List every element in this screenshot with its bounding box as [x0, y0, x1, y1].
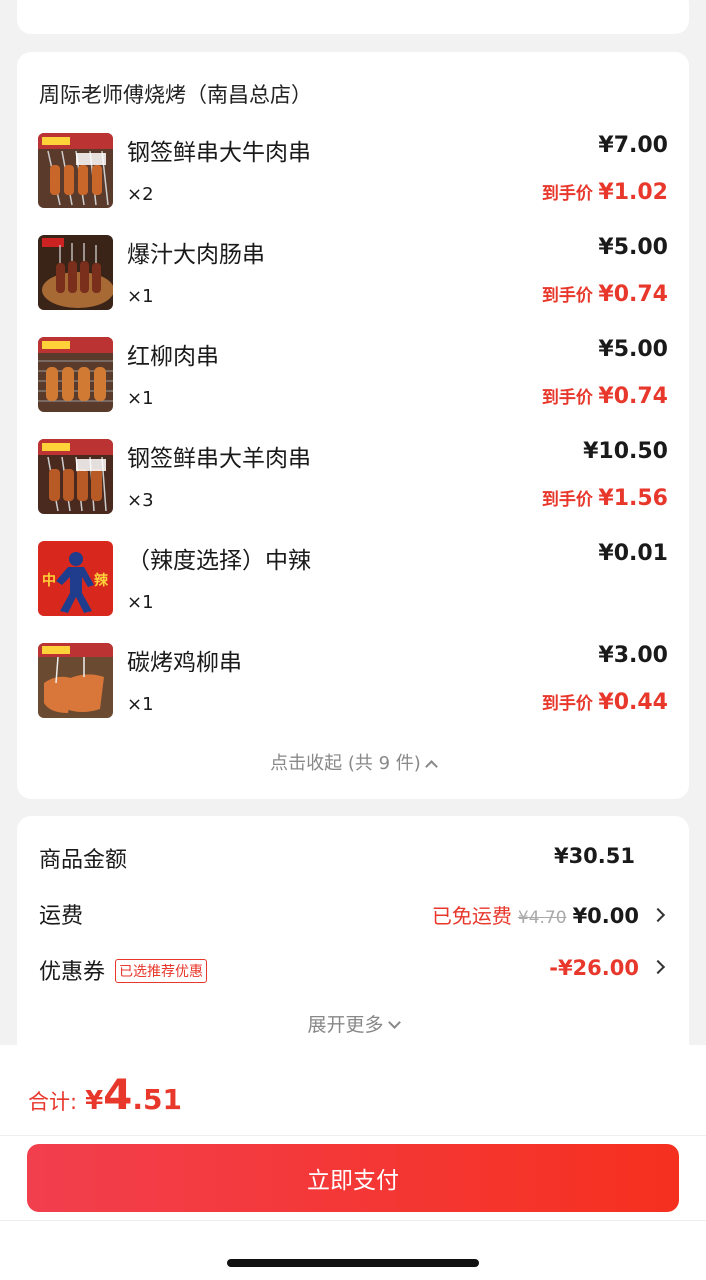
divider: [0, 1220, 706, 1221]
chevron-up-icon: [424, 759, 438, 773]
coupon-row[interactable]: -¥26.00: [549, 956, 666, 980]
item-quantity: ×3: [127, 490, 154, 511]
deal-label: 到手价: [541, 694, 593, 714]
order-item[interactable]: 钢签鲜串大牛肉串 ×2 ¥7.00 到手价 ¥1.02: [38, 133, 668, 209]
checkout-bar: 合计: ¥4.51 立即支付: [0, 1045, 706, 1280]
item-deal-price: 到手价 ¥0.74: [542, 383, 668, 409]
coupon-row-label: 优惠券 已选推荐优惠: [39, 954, 208, 986]
item-thumbnail: 中辣: [38, 541, 113, 616]
total-label: 合计:: [28, 1090, 78, 1114]
item-name: 钢签鲜串大羊肉串: [127, 446, 311, 472]
chevron-right-icon: [650, 959, 666, 975]
shipping-value: ¥0.00: [572, 904, 639, 928]
chevron-right-icon: [650, 907, 666, 923]
deal-value: ¥0.74: [598, 384, 668, 409]
deal-label: 到手价: [541, 490, 593, 510]
svg-text:辣: 辣: [94, 572, 109, 589]
item-thumbnail: [38, 235, 113, 310]
item-price: ¥10.50: [583, 439, 668, 464]
free-shipping-text: 已免运费: [431, 904, 512, 928]
item-name: 碳烤鸡柳串: [127, 650, 242, 676]
item-thumbnail: [38, 133, 113, 208]
item-thumbnail: [38, 643, 113, 718]
order-item[interactable]: 碳烤鸡柳串 ×1 ¥3.00 到手价 ¥0.44: [38, 643, 668, 719]
item-name: 钢签鲜串大牛肉串: [127, 140, 311, 166]
item-quantity: ×1: [127, 286, 154, 307]
store-order-card: 周际老师傅烧烤（南昌总店） 钢签鲜串大牛肉串 ×2 ¥7.00 到手价 ¥1.0…: [17, 52, 689, 799]
item-deal-price: 到手价 ¥0.44: [542, 689, 668, 715]
coupon-badge: 已选推荐优惠: [115, 959, 208, 983]
deal-value: ¥1.56: [598, 486, 668, 511]
deal-label: 到手价: [541, 388, 593, 408]
item-price: ¥7.00: [598, 133, 668, 158]
goods-amount-label: 商品金额: [39, 848, 128, 873]
coupon-label: 优惠券: [39, 960, 106, 985]
order-total: 合计: ¥4.51: [28, 1070, 182, 1119]
shipping-original-price: ¥4.70: [517, 908, 567, 928]
goods-amount-value: ¥30.51: [553, 844, 635, 868]
item-quantity: ×1: [127, 592, 154, 613]
order-item[interactable]: 红柳肉串 ×1 ¥5.00 到手价 ¥0.74: [38, 337, 668, 413]
expand-more-button[interactable]: 展开更多: [17, 1010, 689, 1037]
order-item[interactable]: 中辣 （辣度选择）中辣 ×1 ¥0.01: [38, 541, 668, 617]
deal-label: 到手价: [541, 286, 593, 306]
item-thumbnail: [38, 439, 113, 514]
item-thumbnail: [38, 337, 113, 412]
collapse-label: 点击收起 (共 9 件): [270, 753, 421, 774]
deal-value: ¥0.74: [598, 282, 668, 307]
deal-value: ¥0.44: [598, 690, 668, 715]
item-name: （辣度选择）中辣: [127, 548, 311, 574]
home-indicator[interactable]: [227, 1259, 479, 1267]
divider: [0, 1135, 706, 1136]
shipping-label: 运费: [39, 904, 84, 929]
deal-label: 到手价: [541, 184, 593, 204]
coupon-value: -¥26.00: [549, 956, 639, 980]
expand-label: 展开更多: [307, 1014, 384, 1036]
shipping-row[interactable]: 已免运费 ¥4.70 ¥0.00: [431, 900, 666, 929]
item-quantity: ×1: [127, 388, 154, 409]
item-quantity: ×2: [127, 184, 154, 205]
item-price: ¥5.00: [598, 235, 668, 260]
item-deal-price: 到手价 ¥1.02: [542, 179, 668, 205]
item-price: ¥0.01: [598, 541, 668, 566]
deal-value: ¥1.02: [598, 180, 668, 205]
item-deal-price: 到手价 ¥0.74: [542, 281, 668, 307]
store-name[interactable]: 周际老师傅烧烤（南昌总店）: [39, 79, 312, 109]
order-item[interactable]: 爆汁大肉肠串 ×1 ¥5.00 到手价 ¥0.74: [38, 235, 668, 311]
collapse-items-button[interactable]: 点击收起 (共 9 件): [17, 749, 689, 775]
chevron-down-icon: [387, 1016, 401, 1029]
total-decimal: .51: [132, 1083, 183, 1116]
price-summary-card: 商品金额 ¥30.51 运费 已免运费 ¥4.70 ¥0.00 优惠券 已选推荐优惠 …: [17, 816, 689, 1066]
previous-card: [17, 0, 689, 34]
svg-text:中: 中: [42, 572, 56, 589]
item-name: 爆汁大肉肠串: [127, 242, 265, 268]
total-integer: 4: [103, 1070, 133, 1119]
total-currency: ¥: [85, 1086, 104, 1116]
pay-now-button[interactable]: 立即支付: [27, 1144, 679, 1212]
item-quantity: ×1: [127, 694, 154, 715]
order-item[interactable]: 钢签鲜串大羊肉串 ×3 ¥10.50 到手价 ¥1.56: [38, 439, 668, 515]
item-price: ¥3.00: [598, 643, 668, 668]
item-price: ¥5.00: [598, 337, 668, 362]
item-deal-price: 到手价 ¥1.56: [542, 485, 668, 511]
item-name: 红柳肉串: [127, 344, 219, 370]
